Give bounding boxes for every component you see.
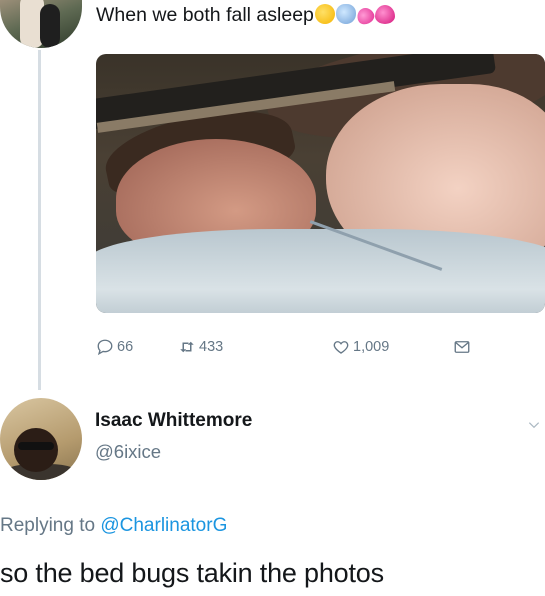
chevron-down-icon[interactable]	[527, 418, 541, 432]
two-hearts-emoji-icon	[354, 5, 377, 27]
original-author-avatar[interactable]	[0, 0, 82, 48]
tweet-text: When we both fall asleep	[96, 3, 395, 27]
replying-to-mention[interactable]: @CharlinatorG	[100, 515, 227, 536]
reply-icon	[97, 339, 113, 356]
sparkling-heart-emoji-icon	[374, 5, 395, 24]
retweet-button[interactable]: 433	[178, 338, 223, 356]
screaming-face-emoji-icon	[335, 4, 356, 24]
replying-to-label: Replying to	[0, 515, 96, 536]
tweet-photo[interactable]	[96, 54, 545, 313]
envelope-icon	[454, 341, 470, 353]
retweet-icon	[180, 341, 194, 353]
reply-author-name[interactable]: Isaac Whittemore	[95, 410, 252, 432]
reply-author-handle[interactable]: @6ixice	[95, 441, 161, 463]
reply-author-avatar[interactable]	[0, 398, 82, 480]
like-count: 1,009	[353, 339, 390, 355]
direct-message-button[interactable]	[453, 338, 474, 356]
replying-to-line: Replying to @CharlinatorG	[0, 515, 227, 537]
tweet-text-content: When we both fall asleep	[96, 4, 314, 26]
reply-button[interactable]: 66	[96, 338, 133, 356]
like-button[interactable]: 1,009	[332, 338, 389, 356]
heart-icon	[333, 341, 349, 354]
reply-count: 66	[117, 339, 134, 355]
retweet-count: 433	[199, 339, 224, 355]
thread-line	[38, 50, 41, 390]
reply-text: so the bed bugs takin the photos	[0, 558, 384, 588]
sleepy-face-emoji-icon	[314, 4, 335, 24]
